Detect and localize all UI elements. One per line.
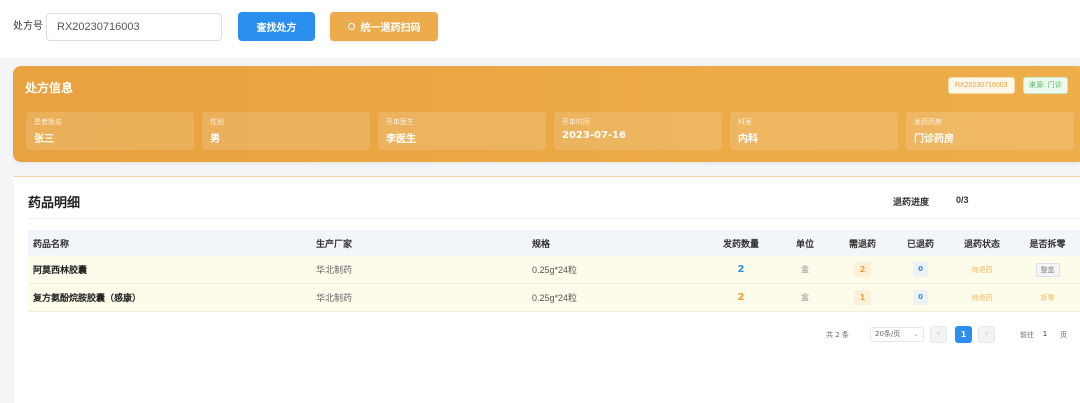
spec: 0.25g*24粒 [532, 265, 578, 275]
medicine-detail-panel: 药品明细 退药进度 0/3 药品名称 生产厂家 规格 发药数量 单位 需退药 已… [14, 176, 1080, 403]
field-value: 李医生 [386, 134, 416, 145]
medicine-detail-title: 药品明细 [28, 196, 81, 211]
prev-page-button[interactable]: ‹ [930, 326, 947, 343]
find-prescription-button[interactable]: 查找处方 [238, 12, 315, 41]
returned-badge: 0 [913, 290, 928, 305]
unit: 盒 [801, 265, 809, 274]
field-value: 2023-07-16 [562, 130, 626, 141]
manufacturer: 华北制药 [316, 266, 353, 276]
return-progress-value: 0/3 [956, 195, 969, 205]
split-link[interactable]: 拆零 [1015, 293, 1080, 303]
field-label: 开单时间 [562, 118, 590, 126]
field-label: 性别 [210, 118, 224, 126]
current-page-button[interactable]: 1 [955, 326, 972, 343]
chevron-down-icon: ⌄ [913, 330, 919, 338]
page-size-select[interactable]: 20条/页 ⌄ [870, 327, 924, 342]
prescribe-time-field: 开单时间 2023-07-16 [554, 112, 722, 150]
field-value: 男 [210, 134, 220, 145]
total-count: 共 2 条 [826, 331, 849, 339]
pagination: 共 2 条 20条/页 ⌄ ‹ 1 › 前往 1 页 [14, 326, 1080, 343]
field-label: 发药药房 [914, 118, 942, 126]
returned-badge: 0 [913, 262, 928, 277]
doctor-field: 开单医生 李医生 [378, 112, 546, 150]
need-return-badge: 1 [853, 290, 872, 305]
medicine-name: 阿莫西林胶囊 [33, 266, 88, 276]
pharmacy-field: 发药药房 门诊药房 [906, 112, 1074, 150]
table-row[interactable]: 阿莫西林胶囊 华北制药 0.25g*24粒 2 盒 2 0 待退药 整盒 [28, 256, 1080, 284]
gender-field: 性别 男 [202, 112, 370, 150]
table-header: 药品名称 生产厂家 规格 发药数量 单位 需退药 已退药 退药状态 是否拆零 [28, 230, 1080, 256]
field-label: 开单医生 [386, 118, 414, 126]
medicine-table: 药品名称 生产厂家 规格 发药数量 单位 需退药 已退药 退药状态 是否拆零 阿… [28, 230, 1080, 312]
column-header-returned[interactable]: 已退药 [892, 237, 949, 250]
dispense-quantity: 2 [737, 292, 745, 303]
page-suffix: 页 [1060, 331, 1067, 339]
spec: 0.25g*24粒 [532, 293, 578, 303]
field-value: 张三 [34, 134, 54, 145]
field-label: 科室 [738, 118, 752, 126]
return-progress-label: 退药进度 [893, 198, 930, 208]
field-label: 患者姓名 [34, 118, 62, 126]
column-header-status[interactable]: 退药状态 [949, 237, 1015, 250]
prescription-number-label: 处方号 [13, 21, 43, 32]
source-tag: 来源: 门诊 [1023, 77, 1068, 94]
divider [28, 218, 1080, 219]
split-toggle-button[interactable]: 整盒 [1035, 262, 1060, 277]
need-return-badge: 2 [853, 262, 872, 277]
column-header-need-return[interactable]: 需退药 [833, 237, 892, 250]
column-header-quantity[interactable]: 发药数量 [705, 237, 777, 250]
column-header-unit[interactable]: 单位 [777, 237, 833, 250]
manufacturer: 华北制药 [316, 294, 353, 304]
goto-page-input[interactable]: 1 [1036, 327, 1054, 342]
column-header-spec[interactable]: 规格 [532, 237, 705, 250]
search-bar: 处方号 RX20230716003 查找处方 统一退药扫码 [0, 0, 1080, 58]
column-header-split[interactable]: 是否拆零 [1015, 237, 1080, 250]
field-value: 内科 [738, 134, 758, 145]
prescription-info-title: 处方信息 [25, 81, 74, 95]
patient-name-field: 患者姓名 张三 [26, 112, 194, 150]
column-header-manufacturer[interactable]: 生产厂家 [316, 237, 532, 250]
medicine-name: 复方氨酚烷胺胶囊（感康） [33, 294, 142, 304]
department-field: 科室 内科 [730, 112, 898, 150]
scan-button-label: 统一退药扫码 [360, 23, 421, 34]
field-value: 门诊药房 [914, 134, 954, 145]
unified-return-scan-button[interactable]: 统一退药扫码 [330, 12, 438, 41]
goto-label: 前往 [1020, 331, 1034, 339]
prescription-number-tag: RX20230716003 [948, 77, 1015, 94]
dispense-quantity: 2 [737, 264, 745, 275]
prescription-number-input[interactable]: RX20230716003 [46, 13, 222, 41]
column-header-name[interactable]: 药品名称 [28, 237, 316, 250]
prescription-info-card: 处方信息 RX20230716003 来源: 门诊 患者姓名 张三 性别 男 开… [13, 66, 1080, 162]
page-size-value: 20条/页 [875, 330, 901, 338]
loading-spinner-icon [347, 23, 355, 30]
table-row[interactable]: 复方氨酚烷胺胶囊（感康） 华北制药 0.25g*24粒 2 盒 1 0 待退药 … [28, 284, 1080, 312]
unit: 盒 [801, 293, 809, 302]
next-page-button[interactable]: › [978, 326, 995, 343]
return-status: 待退药 [971, 265, 993, 274]
return-status: 待退药 [971, 293, 993, 302]
